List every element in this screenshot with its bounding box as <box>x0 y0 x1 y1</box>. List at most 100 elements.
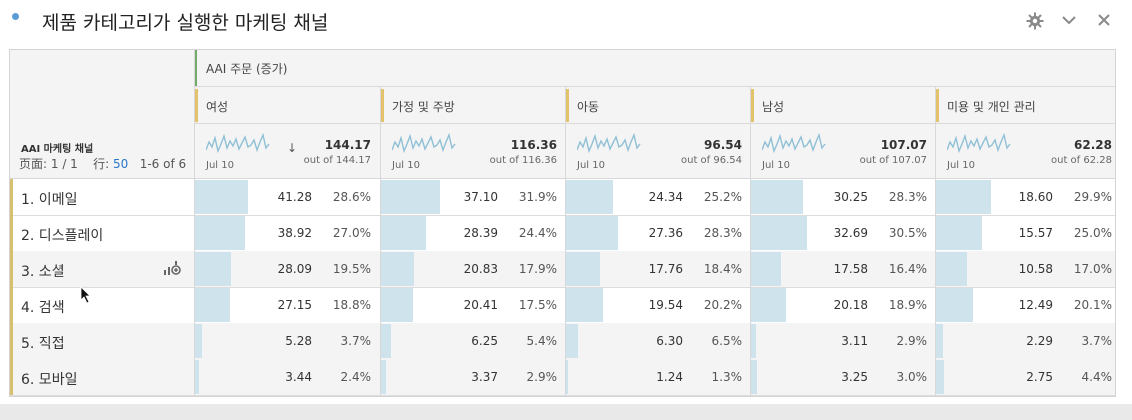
rows-per-page-select[interactable]: 50 <box>113 157 128 171</box>
column-header-4[interactable]: 남성 <box>750 87 935 123</box>
row-label[interactable]: 5. 직접 <box>21 333 65 353</box>
column-divider <box>565 87 566 396</box>
table-cell[interactable]: 17.76 18.4% <box>566 251 750 287</box>
table-cell[interactable]: 3.25 3.0% <box>751 359 935 395</box>
cell-value: 18.60 <box>1018 190 1053 204</box>
cell-percent-bar <box>195 324 202 358</box>
table-row[interactable]: 4. 검색 27.15 18.8% 20.41 17.5% 19.54 20.2% 20.18… <box>10 287 1115 324</box>
row-marker <box>10 215 13 251</box>
table-cell[interactable]: 12.49 20.1% <box>936 287 1120 323</box>
cell-percent-bar <box>936 324 943 358</box>
column-label: 여성 <box>206 100 229 114</box>
cell-percent-bar <box>936 216 982 250</box>
table-cell[interactable]: 3.37 2.9% <box>381 359 565 395</box>
sort-descending-icon[interactable]: ↓ <box>287 141 297 155</box>
cell-value: 41.28 <box>277 190 312 204</box>
metric-header[interactable]: AAI 주문 (증가) <box>194 50 1117 86</box>
sparkline <box>762 132 826 154</box>
table-cell[interactable]: 6.30 6.5% <box>566 323 750 359</box>
table-cell[interactable]: 37.10 31.9% <box>381 179 565 215</box>
chevron-down-icon[interactable] <box>1061 12 1081 32</box>
table-cell[interactable]: 28.09 19.5% <box>195 251 379 287</box>
cell-percent: 1.3% <box>711 370 743 384</box>
table-cell[interactable]: 5.28 3.7% <box>195 323 379 359</box>
table-cell[interactable]: 3.44 2.4% <box>195 359 379 395</box>
sparkline-path <box>206 132 270 154</box>
table-row[interactable]: 6. 모바일 3.44 2.4% 3.37 2.9% 1.24 1.3% 3.25 3.0% 2.… <box>10 359 1115 396</box>
table-cell[interactable]: 2.29 3.7% <box>936 323 1120 359</box>
row-marker <box>10 179 13 215</box>
column-header-2[interactable]: 가정 및 주방 <box>380 87 565 123</box>
table-row[interactable]: 1. 이메일 41.28 28.6% 37.10 31.9% 24.34 25.2% 30.2… <box>10 179 1115 216</box>
cell-percent: 16.4% <box>888 262 927 276</box>
cell-value: 37.10 <box>463 190 498 204</box>
cell-value: 20.41 <box>463 298 498 312</box>
table-cell[interactable]: 27.36 28.3% <box>566 215 750 251</box>
cell-percent: 17.9% <box>518 262 557 276</box>
sparkline <box>577 132 641 154</box>
cell-percent-bar <box>195 252 231 286</box>
table-cell[interactable]: 17.58 16.4% <box>751 251 935 287</box>
table-cell[interactable]: 18.60 29.9% <box>936 179 1120 215</box>
table-cell[interactable]: 41.28 28.6% <box>195 179 379 215</box>
table-cell[interactable]: 38.92 27.0% <box>195 215 379 251</box>
table-cell[interactable]: 2.75 4.4% <box>936 359 1120 395</box>
row-label[interactable]: 4. 검색 <box>21 297 65 317</box>
cell-percent-bar <box>195 216 245 250</box>
close-icon[interactable] <box>1097 12 1117 32</box>
cell-percent-bar <box>751 252 781 286</box>
cell-value: 20.83 <box>463 262 498 276</box>
cell-percent: 6.5% <box>711 334 743 348</box>
cell-percent: 4.4% <box>1081 370 1113 384</box>
cell-percent-bar <box>381 216 426 250</box>
column-divider <box>935 87 936 396</box>
row-label[interactable]: 2. 디스플레이 <box>21 225 103 245</box>
table-cell[interactable]: 28.39 24.4% <box>381 215 565 251</box>
gear-icon[interactable] <box>1026 12 1046 32</box>
cell-percent-bar <box>195 180 248 214</box>
column-total-of: out of 62.28 <box>1050 155 1112 166</box>
table-cell[interactable]: 27.15 18.8% <box>195 287 379 323</box>
column-header-1[interactable]: 여성 <box>194 87 379 123</box>
table-cell[interactable]: 10.58 17.0% <box>936 251 1120 287</box>
table-cell[interactable]: 15.57 25.0% <box>936 215 1120 251</box>
cell-percent: 3.7% <box>340 334 372 348</box>
cell-percent: 2.4% <box>340 370 372 384</box>
table-row[interactable]: 3. 소셜 28.09 19.5% 20.83 17.9% 17.76 18.4% 17.58… <box>10 251 1115 288</box>
table-cell[interactable]: 32.69 30.5% <box>751 215 935 251</box>
row-marker <box>10 359 13 395</box>
table-row[interactable]: 2. 디스플레이 38.92 27.0% 28.39 24.4% 27.36 28.3% 32… <box>10 215 1115 252</box>
cell-percent-bar <box>566 324 578 358</box>
row-label[interactable]: 6. 모바일 <box>21 369 77 389</box>
sparkline <box>392 132 456 154</box>
page-label: 页面: <box>19 157 48 171</box>
column-header-3[interactable]: 아동 <box>565 87 750 123</box>
cell-percent-bar <box>566 252 600 286</box>
table-cell[interactable]: 20.83 17.9% <box>381 251 565 287</box>
row-label[interactable]: 3. 소셜 <box>21 261 65 281</box>
cell-percent: 28.3% <box>703 226 742 240</box>
cell-percent-bar <box>751 324 756 358</box>
column-header-5[interactable]: 미용 및 개인 관리 <box>935 87 1120 123</box>
cell-percent-bar <box>751 360 757 394</box>
cell-percent-bar <box>381 360 386 394</box>
table-cell[interactable]: 24.34 25.2% <box>566 179 750 215</box>
cell-value: 6.25 <box>471 334 498 348</box>
table-cell[interactable]: 1.24 1.3% <box>566 359 750 395</box>
breakdown-icon[interactable] <box>163 261 181 281</box>
table-cell[interactable]: 30.25 28.3% <box>751 179 935 215</box>
horizontal-scrollbar[interactable] <box>0 404 1132 420</box>
cell-percent-bar <box>936 288 973 322</box>
table-cell[interactable]: 6.25 5.4% <box>381 323 565 359</box>
table-cell[interactable]: 20.41 17.5% <box>381 287 565 323</box>
row-label[interactable]: 1. 이메일 <box>21 189 77 209</box>
table-cell[interactable]: 19.54 20.2% <box>566 287 750 323</box>
column-label: 아동 <box>577 100 600 114</box>
page-value[interactable]: 1 / 1 <box>51 157 78 171</box>
table-cell[interactable]: 3.11 2.9% <box>751 323 935 359</box>
table-row[interactable]: 5. 직접 5.28 3.7% 6.25 5.4% 6.30 6.5% 3.11 2.9% 2.2… <box>10 323 1115 360</box>
table-cell[interactable]: 20.18 18.9% <box>751 287 935 323</box>
cell-value: 12.49 <box>1018 298 1053 312</box>
cell-value: 28.09 <box>277 262 312 276</box>
sparkline <box>206 132 270 154</box>
